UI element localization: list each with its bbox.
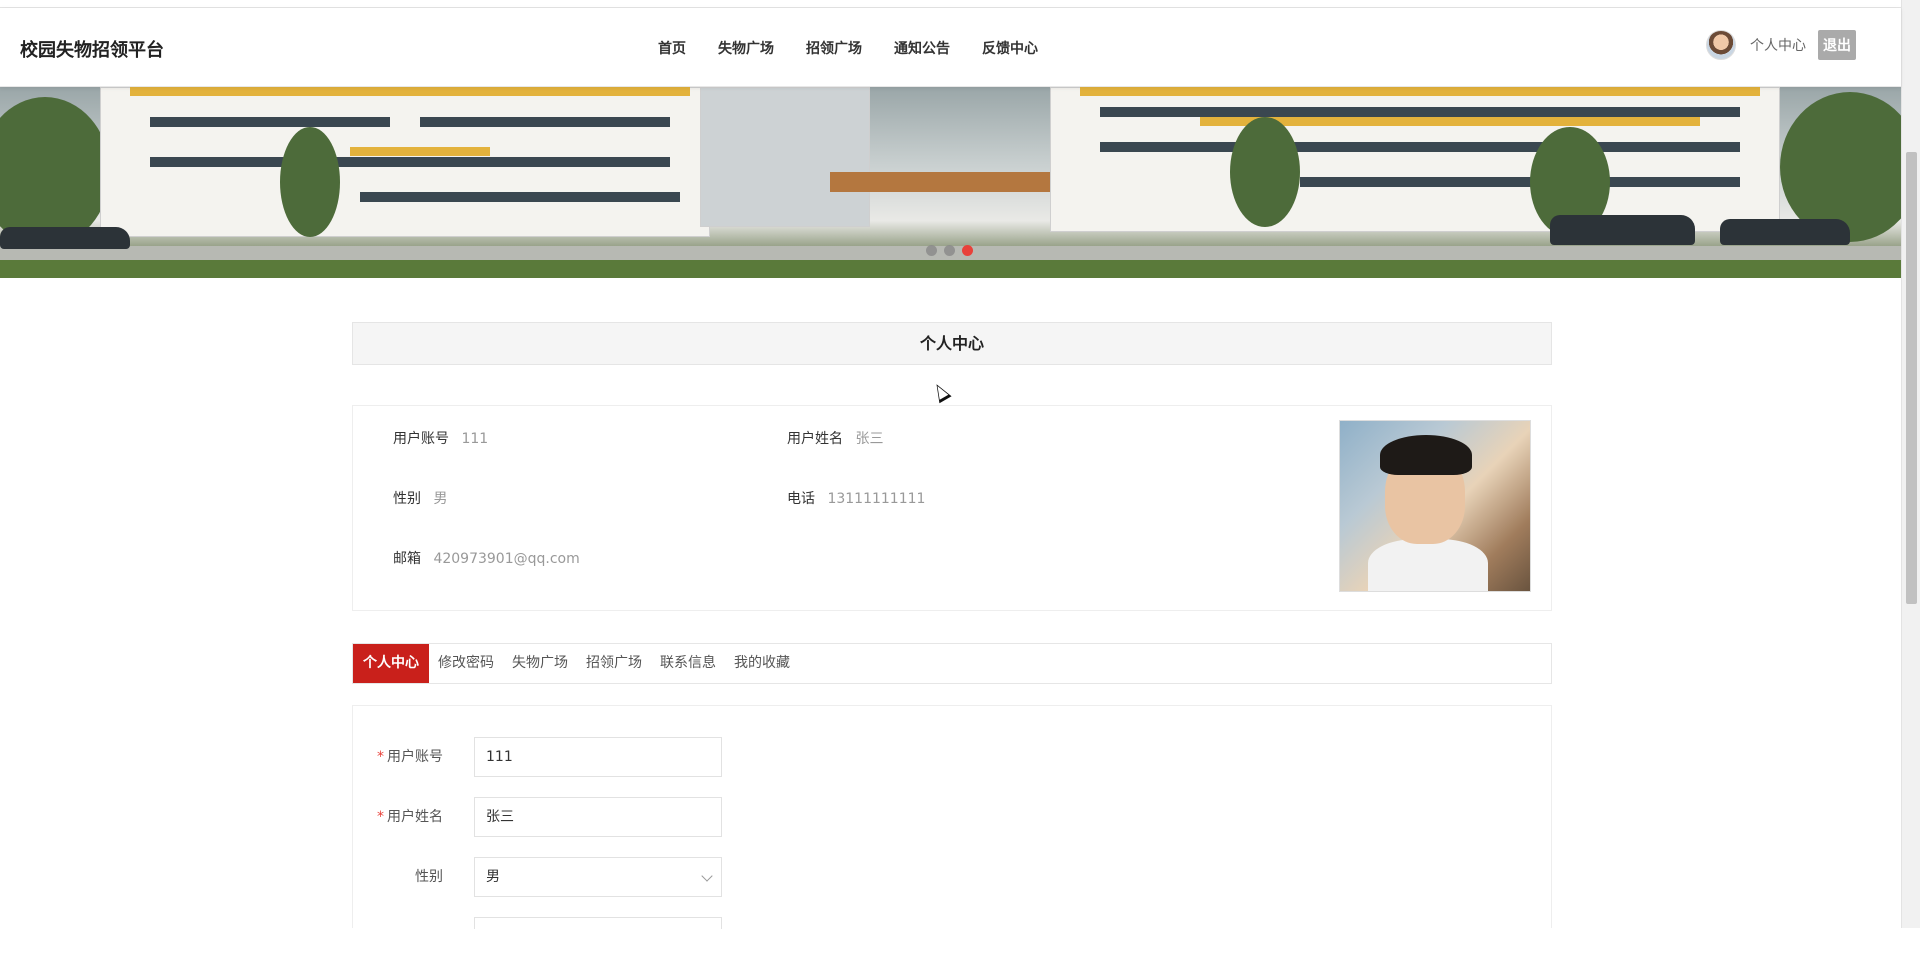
profile-phone: 电话 13111111111 [787, 488, 925, 508]
main-nav: 首页 失物广场 招领广场 通知公告 反馈中心 [658, 38, 1070, 58]
account-input[interactable]: 111 [474, 737, 722, 777]
form-row-account: * 用户账号 111 [353, 737, 953, 777]
banner-carousel[interactable] [0, 87, 1901, 278]
banner-stripe [1080, 87, 1760, 96]
banner-window [150, 117, 390, 127]
tab-found-square[interactable]: 招领广场 [577, 644, 651, 683]
required-mark: * [377, 809, 384, 825]
banner-window [150, 157, 670, 167]
gender-select-value: 男 [486, 869, 500, 885]
carousel-dot-1[interactable] [926, 245, 937, 256]
form-row-name: * 用户姓名 张三 [353, 797, 953, 837]
form-name-label-text: 用户姓名 [387, 809, 443, 825]
top-navbar: 校园失物招领平台 首页 失物广场 招领广场 通知公告 反馈中心 个人中心 退出 [0, 8, 1901, 87]
photo-hair [1380, 435, 1472, 475]
profile-phone-label: 电话 [787, 491, 815, 507]
name-input[interactable]: 张三 [474, 797, 722, 837]
gender-select[interactable]: 男 [474, 857, 722, 897]
banner-tree [1230, 117, 1300, 227]
user-center-link[interactable]: 个人中心 [1750, 35, 1806, 55]
nav-found-square[interactable]: 招领广场 [806, 38, 862, 58]
nav-lost-square[interactable]: 失物广场 [718, 38, 774, 58]
profile-name-label: 用户姓名 [787, 431, 843, 447]
profile-account: 用户账号 111 [393, 428, 488, 448]
banner-building-middle [700, 87, 870, 227]
logout-button[interactable]: 退出 [1818, 30, 1856, 60]
profile-gender-value: 男 [433, 491, 448, 507]
user-area: 个人中心 退出 [1706, 30, 1856, 60]
profile-account-label: 用户账号 [393, 431, 449, 447]
page-title: 个人中心 [352, 322, 1552, 365]
page-scrollbar[interactable] [1901, 0, 1920, 928]
carousel-dot-3[interactable] [962, 245, 973, 256]
banner-tree [280, 127, 340, 237]
form-account-label: * 用户账号 [377, 737, 443, 777]
tab-lost-square[interactable]: 失物广场 [503, 644, 577, 683]
mouse-cursor-icon [930, 380, 952, 404]
form-row-gender: 性别 男 [353, 857, 953, 897]
tab-contact-info[interactable]: 联系信息 [651, 644, 725, 683]
banner-window [420, 117, 670, 127]
chevron-down-icon [701, 870, 713, 882]
banner-car [1550, 215, 1695, 245]
profile-account-value: 111 [461, 431, 489, 447]
carousel-dots [926, 245, 973, 256]
profile-gender: 性别 男 [393, 488, 447, 508]
banner-window [360, 192, 680, 202]
banner-window [1100, 107, 1740, 117]
nav-home[interactable]: 首页 [658, 38, 686, 58]
banner-tree [0, 97, 110, 247]
required-mark: * [377, 749, 384, 765]
profile-email-label: 邮箱 [393, 551, 421, 567]
profile-form: * 用户账号 111 * 用户姓名 张三 性别 男 [352, 705, 1552, 929]
scrollbar-thumb[interactable] [1906, 152, 1917, 604]
tab-my-favorites[interactable]: 我的收藏 [725, 644, 799, 683]
carousel-dot-2[interactable] [944, 245, 955, 256]
banner-car [1720, 219, 1850, 245]
banner-window [1100, 142, 1740, 152]
profile-gender-label: 性别 [393, 491, 421, 507]
photo-shirt [1368, 539, 1488, 591]
profile-email-value: 420973901@qq.com [433, 551, 580, 567]
tab-profile[interactable]: 个人中心 [353, 644, 429, 683]
profile-name: 用户姓名 张三 [787, 428, 883, 448]
next-input[interactable] [474, 917, 722, 929]
profile-tabs: 个人中心 修改密码 失物广场 招领广场 联系信息 我的收藏 [352, 643, 1552, 684]
form-name-label: * 用户姓名 [377, 797, 443, 837]
tab-change-password[interactable]: 修改密码 [429, 644, 503, 683]
profile-phone-value: 13111111111 [827, 491, 926, 507]
nav-feedback[interactable]: 反馈中心 [982, 38, 1038, 58]
banner-car [0, 227, 130, 249]
profile-photo [1339, 420, 1531, 592]
banner-window [1300, 177, 1740, 187]
banner-stripe [350, 147, 490, 156]
profile-email: 邮箱 420973901@qq.com [393, 548, 580, 568]
avatar[interactable] [1706, 30, 1736, 60]
window-top-edge [0, 0, 1901, 8]
site-brand[interactable]: 校园失物招领平台 [20, 36, 164, 62]
nav-announcements[interactable]: 通知公告 [894, 38, 950, 58]
form-row-next [353, 917, 953, 957]
banner-grass [0, 260, 1901, 278]
form-gender-label: 性别 [415, 869, 443, 885]
form-account-label-text: 用户账号 [387, 749, 443, 765]
profile-name-value: 张三 [855, 431, 884, 447]
banner-stripe [130, 87, 690, 96]
